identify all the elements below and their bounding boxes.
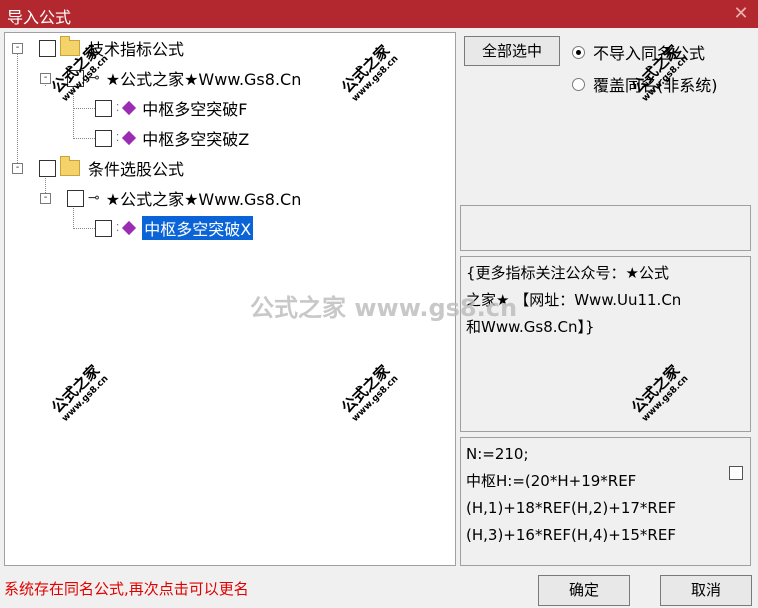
collapse-icon[interactable]: - <box>12 43 23 54</box>
tree-leaf-formula[interactable]: ⁚ 中枢多空突破Z <box>95 126 249 150</box>
checkbox[interactable] <box>67 189 84 207</box>
checkbox[interactable] <box>39 159 56 177</box>
collapse-icon[interactable]: - <box>40 193 51 204</box>
tree-leaf-formula[interactable]: ⁚ 中枢多空突破F <box>95 96 247 120</box>
formula-icon <box>122 130 137 146</box>
checkbox[interactable] <box>95 219 112 237</box>
checkbox[interactable] <box>39 39 56 57</box>
formula-code: N:=210; 中枢H:=(20*H+19*REF (H,1)+18*REF(H… <box>466 445 676 544</box>
scroll-checkbox[interactable] <box>729 466 743 480</box>
select-all-button[interactable]: 全部选中 <box>464 36 560 66</box>
tree-leaf-formula[interactable]: ⁚ 中枢多空突破X <box>95 216 254 240</box>
key-icon: ⊸ <box>88 190 100 206</box>
cancel-button[interactable]: 取消 <box>660 575 752 606</box>
status-message: 系统存在同名公式,再次点击可以更名 <box>4 580 249 598</box>
formula-icon <box>122 100 137 116</box>
radio-unselected[interactable] <box>572 77 585 91</box>
ok-button[interactable]: 确定 <box>538 575 630 606</box>
window-title: 导入公式 <box>7 8 72 27</box>
radio-selected[interactable] <box>572 45 585 59</box>
folder-icon <box>60 156 80 176</box>
formula-icon <box>122 220 137 236</box>
collapse-icon[interactable]: - <box>12 163 23 174</box>
selected-label: 中枢多空突破X <box>142 216 254 240</box>
name-panel <box>460 205 751 251</box>
tree-node-indicators[interactable]: 技术指标公式 <box>39 36 184 60</box>
center-watermark: 公式之家 www.gs8.cn <box>250 294 518 322</box>
tree-node-group[interactable]: ⊸ ★公式之家★Www.Gs8.Cn <box>67 186 301 210</box>
tree-node-stock-select[interactable]: 条件选股公式 <box>39 156 184 180</box>
close-icon[interactable]: ✕ <box>730 3 752 25</box>
checkbox[interactable] <box>95 129 112 147</box>
checkbox[interactable] <box>95 99 112 117</box>
title-bar: 导入公式 ✕ <box>0 0 758 28</box>
